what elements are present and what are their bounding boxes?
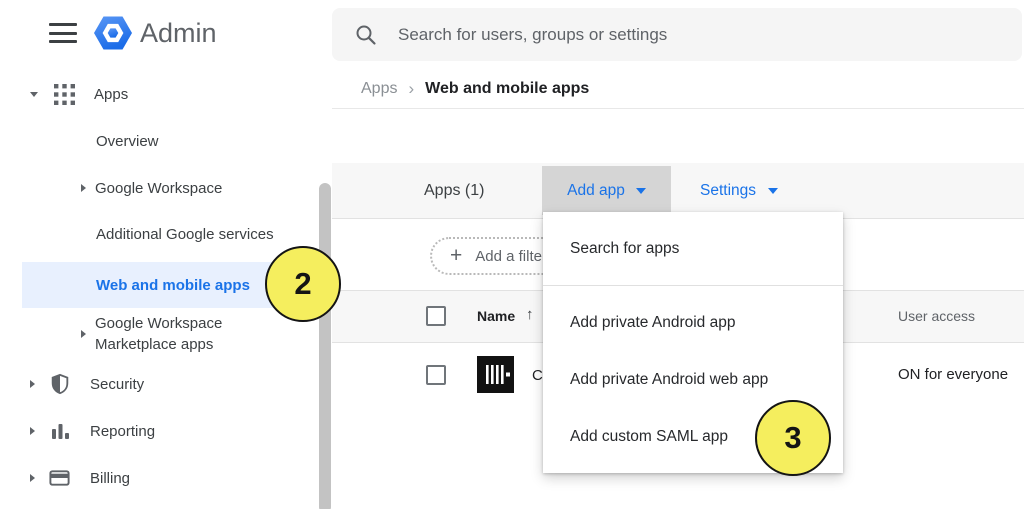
apps-count-title: Apps (1)	[424, 182, 484, 200]
sidebar-item-google-workspace[interactable]: Google Workspace	[81, 173, 222, 203]
credit-card-icon	[48, 466, 71, 490]
search-input[interactable]: Search for users, groups or settings	[332, 8, 1022, 61]
select-all-checkbox[interactable]	[426, 306, 446, 326]
annotation-step-3-badge: 3	[755, 400, 831, 476]
sidebar-item-overview[interactable]: Overview	[96, 126, 159, 156]
sidebar-item-security[interactable]: Security	[30, 369, 144, 399]
sidebar-item-label: Security	[90, 376, 144, 393]
column-header-name[interactable]: Name	[477, 308, 515, 324]
menu-icon[interactable]	[48, 21, 78, 45]
sidebar-item-gw-marketplace-apps[interactable]: Google Workspace Marketplace apps	[81, 311, 270, 357]
plus-icon: +	[450, 244, 462, 268]
user-access-value: ON for everyone	[898, 366, 1008, 383]
chevron-right-icon	[81, 330, 86, 338]
shield-icon	[49, 372, 71, 396]
add-filter-label: Add a filter	[475, 248, 547, 265]
sort-ascending-icon[interactable]: ↑	[526, 306, 534, 323]
chevron-down-icon	[30, 92, 38, 97]
divider	[543, 285, 843, 286]
apps-grid-icon	[53, 83, 76, 106]
add-app-label: Add app	[567, 182, 625, 200]
search-icon	[354, 23, 378, 47]
admin-console-page: Admin Apps Overview Google Workspace Add…	[0, 0, 1024, 509]
menu-item-search-for-apps[interactable]: Search for apps	[543, 212, 843, 285]
settings-label: Settings	[700, 182, 756, 200]
brand-title: Admin	[140, 18, 217, 49]
admin-logo-icon	[93, 13, 133, 53]
sidebar-scrollbar[interactable]	[319, 183, 331, 509]
chevron-down-icon	[636, 188, 646, 194]
sidebar-item-label: Web and mobile apps	[96, 277, 250, 294]
sidebar-item-apps[interactable]: Apps	[30, 79, 128, 109]
bar-chart-icon	[49, 419, 71, 443]
search-placeholder: Search for users, groups or settings	[398, 25, 667, 45]
divider	[332, 108, 1024, 109]
sidebar-item-label: Google Workspace Marketplace apps	[95, 313, 270, 355]
row-checkbox[interactable]	[426, 365, 446, 385]
chevron-right-icon: ›	[408, 79, 414, 99]
sidebar-item-additional-google-services[interactable]: Additional Google services	[96, 219, 274, 249]
breadcrumb-parent[interactable]: Apps	[361, 80, 397, 98]
chevron-right-icon	[81, 184, 86, 192]
sidebar-item-label: Additional Google services	[96, 226, 274, 243]
sidebar-item-reporting[interactable]: Reporting	[30, 416, 155, 446]
app-name[interactable]: C	[532, 367, 543, 384]
breadcrumb-current: Web and mobile apps	[425, 80, 589, 98]
sidebar-item-billing[interactable]: Billing	[30, 463, 130, 493]
app-logo-icon	[477, 356, 514, 393]
sidebar-item-label: Google Workspace	[95, 180, 222, 197]
add-app-button[interactable]: Add app	[542, 166, 671, 215]
chevron-right-icon	[30, 380, 35, 388]
sidebar-item-label: Billing	[90, 470, 130, 487]
sidebar-item-label: Reporting	[90, 423, 155, 440]
chevron-down-icon	[768, 188, 778, 194]
apps-toolbar: Apps (1) Add app Settings	[332, 163, 1024, 219]
menu-item-add-private-android-app[interactable]: Add private Android app	[543, 294, 843, 351]
chevron-right-icon	[30, 427, 35, 435]
chevron-right-icon	[30, 474, 35, 482]
sidebar-item-label: Apps	[94, 86, 128, 103]
sidebar-item-label: Overview	[96, 133, 159, 150]
column-header-user-access[interactable]: User access	[898, 308, 975, 324]
breadcrumb: Apps › Web and mobile apps	[361, 79, 589, 99]
annotation-step-2-badge: 2	[265, 246, 341, 322]
settings-button[interactable]: Settings	[700, 163, 778, 219]
